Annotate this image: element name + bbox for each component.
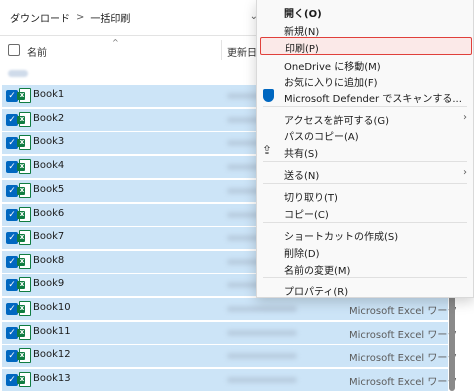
file-name: Book3 [33, 136, 65, 147]
menu-separator [263, 161, 467, 162]
file-name: Book8 [33, 255, 65, 266]
excel-file-icon [17, 301, 31, 316]
menu-item-open[interactable]: 開く(O) [257, 2, 473, 20]
menu-item-label: 印刷(P) [285, 44, 319, 55]
chevron-right-icon: › [463, 112, 467, 123]
excel-file-icon [17, 159, 31, 174]
menu-item-copy-path[interactable]: パスのコピー(A) [257, 125, 473, 143]
file-name: Book13 [33, 373, 71, 384]
menu-item-label: パスのコピー(A) [284, 132, 359, 143]
excel-file-icon [17, 277, 31, 292]
menu-item-label: プロパティ(R) [284, 287, 349, 298]
table-row[interactable]: ✓ Book12 Microsoft Excel ワーク [2, 345, 457, 367]
excel-file-icon [17, 88, 31, 103]
menu-item-label: 開く(O) [284, 9, 322, 20]
menu-item-defender[interactable]: Microsoft Defender でスキャンする... [257, 87, 473, 105]
menu-item-delete[interactable]: 削除(D) [257, 242, 473, 260]
file-type: Microsoft Excel ワーク [349, 330, 458, 341]
menu-separator [263, 106, 467, 107]
excel-file-icon [17, 112, 31, 127]
excel-file-icon [17, 325, 31, 340]
excel-file-icon [17, 254, 31, 269]
blurred-date [227, 377, 297, 383]
menu-item-label: 新規(N) [284, 27, 320, 38]
blurred-date [227, 330, 297, 336]
excel-file-icon [17, 348, 31, 363]
file-type: Microsoft Excel ワーク [349, 306, 458, 317]
menu-item-print[interactable]: 印刷(P) [260, 37, 472, 55]
table-row[interactable]: ✓ Book11 Microsoft Excel ワーク [2, 322, 457, 344]
excel-file-icon [17, 372, 31, 387]
shield-icon [263, 89, 274, 102]
file-name: Book12 [33, 349, 71, 360]
menu-item-properties[interactable]: プロパティ(R) [257, 280, 473, 298]
file-name: Book9 [33, 278, 65, 289]
blurred-date [227, 353, 297, 359]
menu-item-label: Microsoft Defender でスキャンする... [284, 94, 462, 105]
menu-item-send-to[interactable]: 送る(N) › [257, 164, 473, 182]
menu-item-rename[interactable]: 名前の変更(M) [257, 259, 473, 277]
menu-item-label: 切り取り(T) [284, 193, 338, 204]
menu-item-cut[interactable]: 切り取り(T) [257, 186, 473, 204]
menu-separator [263, 222, 467, 223]
file-name: Book2 [33, 113, 65, 124]
menu-item-label: 送る(N) [284, 171, 320, 182]
excel-file-icon [17, 183, 31, 198]
context-menu: 開く(O) 新規(N) 印刷(P) OneDrive に移動(M) お気に入りに… [256, 0, 474, 298]
excel-file-icon [17, 230, 31, 245]
file-name: Book6 [33, 208, 65, 219]
vertical-scrollbar[interactable] [449, 292, 455, 391]
menu-item-share[interactable]: ⇪ 共有(S) [257, 142, 473, 160]
menu-item-label: ショートカットの作成(S) [284, 232, 399, 243]
blurred-date [227, 306, 297, 312]
menu-item-label: 削除(D) [284, 249, 320, 260]
menu-separator [263, 277, 467, 278]
menu-item-new[interactable]: 新規(N) [257, 20, 473, 38]
menu-item-label: 共有(S) [284, 149, 319, 160]
file-name: Book5 [33, 184, 65, 195]
menu-item-label: 名前の変更(M) [284, 266, 351, 277]
menu-item-create-shortcut[interactable]: ショートカットの作成(S) [257, 225, 473, 243]
menu-item-copy[interactable]: コピー(C) [257, 203, 473, 221]
file-type: Microsoft Excel ワーク [349, 353, 458, 364]
table-row[interactable]: ✓ Book13 Microsoft Excel ワーク [2, 369, 457, 391]
file-type: Microsoft Excel ワーク [349, 377, 458, 388]
excel-file-icon [17, 135, 31, 150]
file-name: Book1 [33, 89, 65, 100]
file-name: Book10 [33, 302, 71, 313]
menu-separator [263, 183, 467, 184]
menu-item-label: コピー(C) [284, 210, 329, 221]
table-row[interactable]: ✓ Book10 Microsoft Excel ワーク [2, 298, 457, 320]
excel-file-icon [17, 207, 31, 222]
file-name: Book7 [33, 231, 65, 242]
file-name: Book11 [33, 326, 71, 337]
file-name: Book4 [33, 160, 65, 171]
share-icon: ⇪ [262, 143, 273, 157]
chevron-right-icon: › [463, 167, 467, 178]
